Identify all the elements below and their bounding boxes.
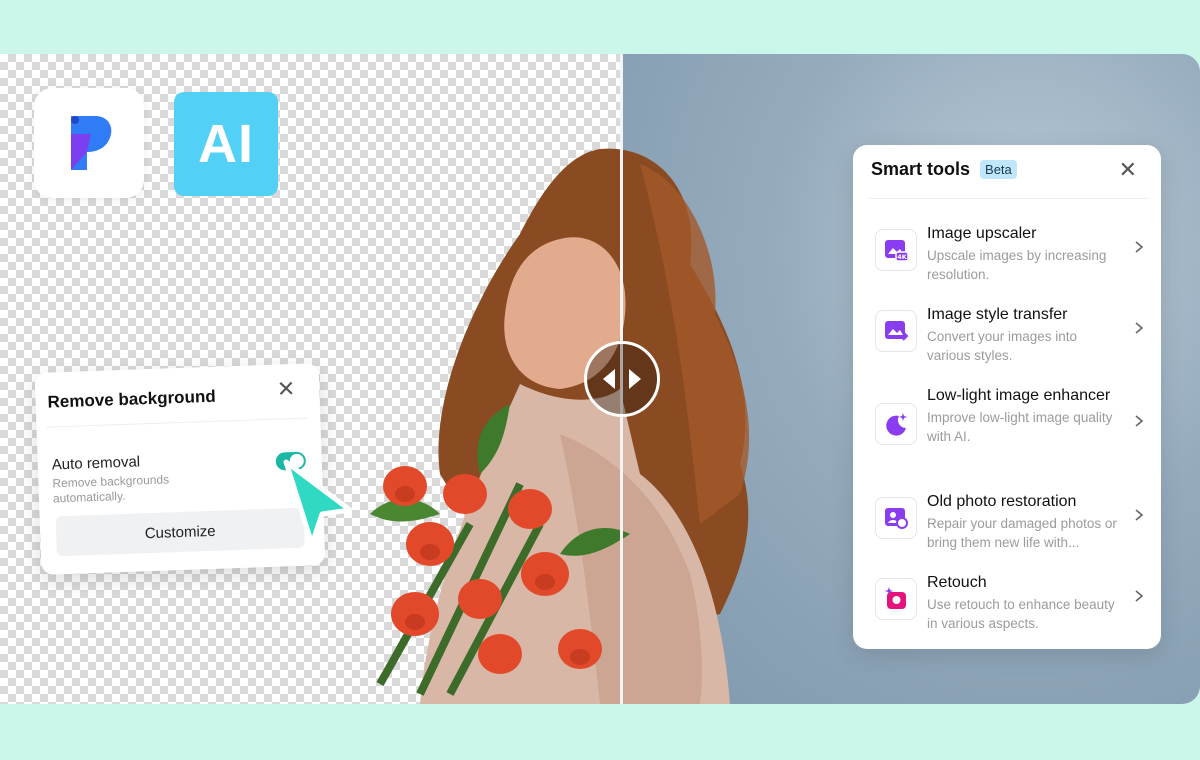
photo-restore-icon <box>875 497 917 539</box>
tool-low-light-enhancer[interactable]: Low-light image enhancer Improve low-lig… <box>875 383 1145 471</box>
chevron-right-icon <box>1135 590 1144 602</box>
tool-text: Retouch Use retouch to enhance beauty in… <box>927 570 1123 633</box>
tool-retouch[interactable]: Retouch Use retouch to enhance beauty in… <box>875 570 1145 632</box>
tool-description: Convert your images into various styles. <box>927 329 1078 363</box>
tool-old-photo-restoration[interactable]: Old photo restoration Repair your damage… <box>875 489 1145 551</box>
arrow-right-icon <box>629 369 641 389</box>
divider <box>869 198 1149 199</box>
pixcut-logo-icon <box>71 116 112 170</box>
tool-image-style-transfer[interactable]: Image style transfer Convert your images… <box>875 302 1145 364</box>
tool-description: Upscale images by increasing resolution. <box>927 248 1107 282</box>
tool-description: Improve low-light image quality with AI. <box>927 410 1113 444</box>
app-logo <box>34 88 144 198</box>
tool-text: Low-light image enhancer Improve low-lig… <box>927 383 1123 446</box>
ai-badge: AI <box>174 92 278 196</box>
cursor-arrow-icon <box>283 459 353 547</box>
customize-button[interactable]: Customize <box>55 507 305 557</box>
upscale-4k-icon: 4K <box>875 229 917 271</box>
close-icon[interactable]: ✕ <box>1119 157 1137 183</box>
smart-tools-header: Smart tools Beta <box>871 159 1017 180</box>
tool-text: Image upscaler Upscale images by increas… <box>927 221 1123 284</box>
style-transfer-icon <box>875 310 917 352</box>
tool-name: Image style transfer <box>927 306 1068 323</box>
compare-slider-handle[interactable] <box>584 341 660 417</box>
moon-sparkle-icon <box>875 403 917 445</box>
beta-badge: Beta <box>980 160 1017 179</box>
tool-text: Old photo restoration Repair your damage… <box>927 489 1123 552</box>
retouch-icon <box>875 578 917 620</box>
tool-name: Image upscaler <box>927 225 1037 242</box>
chevron-right-icon <box>1135 509 1144 521</box>
chevron-right-icon <box>1135 241 1144 253</box>
svg-text:4K: 4K <box>897 253 908 261</box>
tool-name: Retouch <box>927 574 987 591</box>
tool-name: Low-light image enhancer <box>927 387 1111 404</box>
auto-removal-label: Auto removal <box>51 453 141 474</box>
tool-text: Image style transfer Convert your images… <box>927 302 1123 365</box>
tool-description: Repair your damaged photos or bring them… <box>927 516 1117 550</box>
divider <box>46 417 309 428</box>
smart-tools-panel: Smart tools Beta ✕ 4K Image upscaler Ups… <box>853 145 1161 649</box>
chevron-right-icon <box>1135 415 1144 427</box>
tool-name: Old photo restoration <box>927 493 1077 510</box>
tool-image-upscaler[interactable]: 4K Image upscaler Upscale images by incr… <box>875 221 1145 283</box>
chevron-right-icon <box>1135 322 1144 334</box>
auto-removal-description: Remove backgrounds automatically. <box>52 472 170 506</box>
remove-background-title: Remove background <box>47 386 216 412</box>
smart-tools-title: Smart tools <box>871 159 971 179</box>
tool-description: Use retouch to enhance beauty in various… <box>927 597 1115 631</box>
close-icon[interactable]: ✕ <box>276 376 295 403</box>
arrow-left-icon <box>603 369 615 389</box>
